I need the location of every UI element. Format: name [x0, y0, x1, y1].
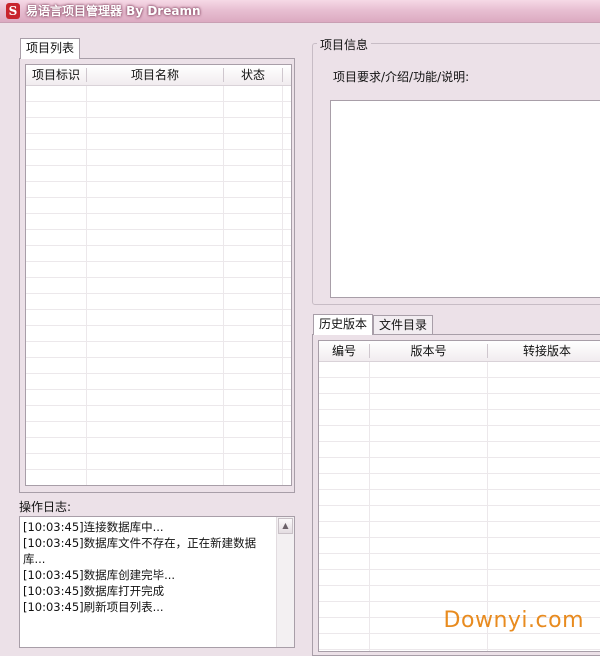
window-title: 易语言项目管理器 By Dreamn [26, 4, 201, 18]
tab-history-versions-label: 历史版本 [319, 317, 368, 331]
grid-line [86, 86, 87, 485]
project-list-table[interactable]: 项目标识 项目名称 状态 [25, 64, 292, 486]
tab-history-versions[interactable]: 历史版本 [313, 314, 374, 335]
log-textarea[interactable]: [10:03:45]连接数据库中... [10:03:45]数据库文件不存在，正… [19, 516, 295, 648]
column-header-project-id[interactable]: 项目标识 [26, 65, 86, 85]
column-header-status[interactable]: 状态 [224, 65, 282, 85]
column-header-transfer-version[interactable]: 转接版本 [488, 341, 600, 361]
grid-line [223, 86, 224, 485]
log-label: 操作日志: [19, 500, 72, 514]
app-logo-icon: S [6, 3, 20, 19]
tab-project-list[interactable]: 项目列表 [20, 38, 81, 59]
column-header-number[interactable]: 编号 [319, 341, 369, 361]
history-list-header: 编号 版本号 转接版本 [319, 341, 600, 362]
log-line: [10:03:45]刷新项目列表... [23, 600, 164, 614]
grid-line [369, 362, 370, 651]
log-line: [10:03:45]数据库打开完成 [23, 584, 165, 598]
scroll-up-arrow-icon[interactable]: ▲ [278, 518, 293, 534]
project-list-header: 项目标识 项目名称 状态 [26, 65, 291, 86]
column-header-version[interactable]: 版本号 [370, 341, 487, 361]
project-info-legend: 项目信息 [317, 36, 372, 53]
tab-file-directory-label: 文件目录 [379, 318, 428, 332]
log-line: [10:03:45]数据库文件不存在，正在新建数据库... [23, 536, 257, 566]
column-separator [282, 68, 283, 82]
log-scrollbar[interactable]: ▲ [276, 517, 294, 647]
watermark-text: Downyi.com [443, 608, 584, 633]
log-line: [10:03:45]数据库创建完毕... [23, 568, 176, 582]
description-textarea[interactable] [330, 100, 600, 298]
grid-line [282, 86, 283, 485]
title-bar[interactable]: S 易语言项目管理器 By Dreamn [0, 0, 600, 23]
column-header-project-name[interactable]: 项目名称 [87, 65, 223, 85]
history-versions-table[interactable]: 编号 版本号 转接版本 [318, 340, 600, 652]
log-line: [10:03:45]连接数据库中... [23, 520, 164, 534]
tab-file-directory[interactable]: 文件目录 [373, 315, 434, 334]
description-label: 项目要求/介绍/功能/说明: [333, 70, 470, 84]
project-list-rows [26, 86, 291, 485]
tab-project-list-label: 项目列表 [26, 41, 75, 55]
